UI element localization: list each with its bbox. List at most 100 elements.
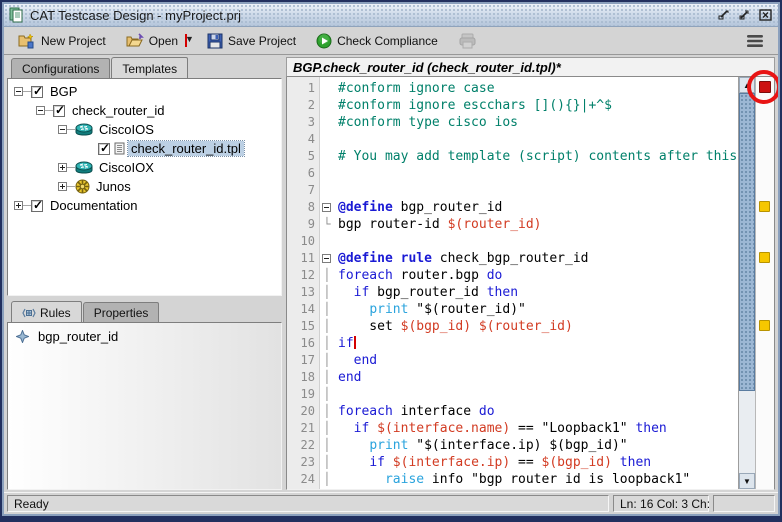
code-area[interactable]: #conform ignore case#conform ignore escc… (334, 77, 738, 489)
code-line[interactable] (338, 131, 738, 148)
menu-button[interactable] (740, 32, 770, 50)
open-folder-icon (126, 33, 144, 48)
tab-templates[interactable]: Templates (111, 57, 188, 78)
app-window: CAT Testcase Design - myProject.prj (0, 0, 782, 522)
fold-collapse-icon[interactable] (322, 203, 331, 212)
code-line[interactable] (338, 386, 738, 403)
node-checkbox[interactable] (98, 143, 110, 155)
code-line[interactable]: #conform type cisco ios (338, 114, 738, 131)
warning-marker[interactable] (759, 201, 770, 212)
code-line[interactable]: @define bgp_router_id (338, 199, 738, 216)
expand-icon[interactable] (14, 201, 23, 210)
fold-line-icon: │ (320, 318, 334, 335)
code-line[interactable]: foreach interface do (338, 403, 738, 420)
fold-collapse-icon[interactable] (322, 254, 331, 263)
code-line[interactable]: #conform ignore case (338, 80, 738, 97)
code-line[interactable]: foreach router.bgp do (338, 267, 738, 284)
tree-node-bgp[interactable]: BGP (10, 82, 279, 101)
expand-icon[interactable] (58, 163, 67, 172)
code-line[interactable]: raise info "bgp router id is loopback1" (338, 471, 738, 488)
node-checkbox[interactable] (53, 105, 65, 117)
tree-node-check-router-id[interactable]: check_router_id (10, 101, 279, 120)
tab-configurations[interactable]: Configurations (11, 58, 110, 78)
tree-node-check-router-id-tpl[interactable]: check_router_id.tpl (10, 139, 279, 158)
code-line[interactable]: if $(interface.name) == "Loopback1" then (338, 420, 738, 437)
code-line[interactable] (338, 233, 738, 250)
warning-marker[interactable] (759, 320, 770, 331)
window-title: CAT Testcase Design - myProject.prj (30, 8, 241, 23)
line-number-gutter: 123456789101112131415161718192021222324 (287, 77, 320, 489)
maximize-icon[interactable] (736, 8, 753, 23)
text-cursor (354, 336, 356, 349)
node-checkbox[interactable] (31, 200, 43, 212)
new-project-button[interactable]: New Project (12, 31, 112, 51)
code-line[interactable]: if bgp_router_id then (338, 284, 738, 301)
tab-rules[interactable]: Rules (11, 301, 82, 322)
code-line[interactable] (338, 165, 738, 182)
line-number: 18 (287, 369, 315, 386)
code-line[interactable]: print "$(router_id)" (338, 301, 738, 318)
fold-empty (320, 80, 334, 97)
code-line[interactable]: end (338, 369, 738, 386)
warning-marker[interactable] (759, 252, 770, 263)
new-project-label: New Project (41, 34, 106, 48)
fold-minus-icon[interactable] (320, 250, 334, 267)
collapse-icon[interactable] (58, 125, 67, 134)
fold-column[interactable]: └│││││││││││││ (320, 77, 334, 489)
router-icon (75, 123, 93, 136)
hamburger-icon (746, 34, 764, 48)
marker-column[interactable] (755, 77, 774, 489)
scroll-down-icon[interactable]: ▼ (739, 473, 755, 489)
templates-tree[interactable]: BGPcheck_router_idCiscoIOS check_router_i… (8, 79, 281, 295)
error-marker[interactable] (759, 81, 771, 93)
code-line[interactable]: if (338, 335, 738, 352)
list-item-bgp_router_id[interactable]: bgp_router_id (10, 327, 279, 345)
check-compliance-button[interactable]: Check Compliance (310, 31, 444, 51)
code-line[interactable]: print "$(interface.ip) $(bgp_id)" (338, 437, 738, 454)
scroll-up-icon[interactable]: ▲ (739, 77, 755, 93)
vertical-scrollbar[interactable]: ▲ ▼ (738, 77, 755, 489)
save-project-button[interactable]: Save Project (201, 31, 302, 51)
tree-node-documentation[interactable]: Documentation (10, 196, 279, 215)
node-checkbox[interactable] (31, 86, 43, 98)
code-line[interactable]: set $(bgp_id) $(router_id) (338, 318, 738, 335)
minimize-icon[interactable] (715, 8, 732, 23)
title-bar[interactable]: CAT Testcase Design - myProject.prj (4, 4, 778, 27)
close-icon[interactable] (757, 8, 774, 23)
tree-node-ciscoiox[interactable]: CiscoIOX (10, 158, 279, 177)
line-number: 9 (287, 216, 315, 233)
templates-panel: Configurations Templates BGPcheck_router… (7, 57, 282, 296)
fold-minus-icon[interactable] (320, 199, 334, 216)
toolbar: New Project Open ▼ Sa (4, 27, 778, 55)
fold-line-icon: │ (320, 386, 334, 403)
code-line[interactable] (338, 182, 738, 199)
line-number: 17 (287, 352, 315, 369)
code-line[interactable]: @define rule check_bgp_router_id (338, 250, 738, 267)
tab-properties[interactable]: Properties (83, 302, 160, 322)
code-line[interactable]: bgp router-id $(router_id) (338, 216, 738, 233)
open-button[interactable]: Open ▼ (120, 31, 193, 50)
tree-node-junos[interactable]: Junos (10, 177, 279, 196)
fold-empty (320, 131, 334, 148)
tree-node-ciscoios[interactable]: CiscoIOS (10, 120, 279, 139)
open-dropdown-icon[interactable]: ▼ (185, 34, 187, 47)
code-line[interactable]: if $(interface.ip) == $(bgp_id) then (338, 454, 738, 471)
expand-icon[interactable] (58, 182, 67, 191)
code-line[interactable]: #conform ignore escchars [](){}|+^$ (338, 97, 738, 114)
fold-empty (320, 165, 334, 182)
templates-panel-tabs: Configurations Templates (7, 57, 282, 78)
collapse-icon[interactable] (36, 106, 45, 115)
line-number: 24 (287, 471, 315, 488)
scrollbar-track[interactable] (739, 391, 755, 473)
save-project-label: Save Project (228, 34, 296, 48)
status-ready: Ready (7, 495, 609, 512)
code-line[interactable]: # You may add template (script) contents… (338, 148, 738, 165)
editor-pane: BGP.check_router_id (check_router_id.tpl… (286, 57, 775, 490)
rules-panel-tabs: Rules Properties (7, 301, 282, 322)
collapse-icon[interactable] (14, 87, 23, 96)
line-number: 16 (287, 335, 315, 352)
tree-node-label: check_router_id.tpl (128, 141, 244, 156)
rules-list[interactable]: bgp_router_id (8, 323, 281, 489)
scrollbar-thumb[interactable] (739, 93, 755, 391)
code-line[interactable]: end (338, 352, 738, 369)
